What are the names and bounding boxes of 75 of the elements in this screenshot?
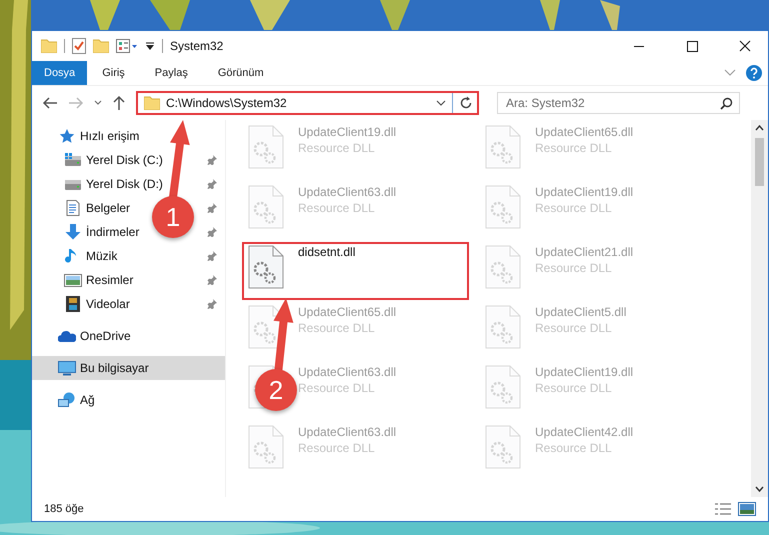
file-type: Resource DLL	[298, 381, 376, 395]
file-name[interactable]: didsetnt.dll	[298, 245, 356, 259]
file-type: Resource DLL	[535, 381, 613, 395]
download-icon	[64, 224, 82, 240]
file-type: Resource DLL	[535, 441, 613, 455]
monitor-icon	[58, 360, 76, 376]
ribbon-tab[interactable]: Paylaş	[140, 61, 203, 85]
cloud-icon	[58, 328, 76, 344]
dropdown-icon[interactable]	[145, 41, 155, 51]
ribbon-tab[interactable]: Görünüm	[202, 61, 279, 85]
pin-icon[interactable]	[207, 275, 217, 285]
file-type: Resource DLL	[298, 141, 376, 155]
gear-file-icon	[248, 425, 284, 469]
folder-icon	[144, 96, 160, 110]
window-title: System32	[170, 39, 224, 53]
refresh-icon[interactable]	[459, 96, 473, 110]
item-count: 185 öğe	[44, 503, 84, 515]
search-input[interactable]: Ara: System32	[504, 95, 720, 111]
checklist-icon[interactable]	[72, 38, 86, 54]
gear-file-icon	[485, 365, 521, 409]
sidebar-item[interactable]: Belgeler	[64, 200, 130, 216]
star-icon	[58, 128, 76, 144]
sidebar-item[interactable]: Resimler	[64, 272, 134, 288]
back-icon[interactable]	[42, 96, 58, 110]
sidebar-item[interactable]: OneDrive	[58, 328, 131, 344]
sidebar-item[interactable]: Ağ	[58, 392, 95, 408]
sidebar-item[interactable]: Müzik	[64, 248, 118, 264]
file-type: Resource DLL	[298, 441, 376, 455]
search-icon[interactable]	[720, 96, 733, 110]
details-view-icon[interactable]	[714, 502, 732, 516]
thumbnails-view-icon[interactable]	[738, 502, 756, 516]
sidebar-item[interactable]: Yerel Disk (C:)	[64, 152, 163, 168]
sidebar-item[interactable]: Yerel Disk (D:)	[64, 176, 163, 192]
gear-file-icon	[248, 125, 284, 169]
ribbon-tab[interactable]: Dosya	[32, 61, 88, 85]
search-field[interactable]: Ara: System32	[497, 92, 740, 114]
sidebar-item[interactable]: İndirmeler	[64, 224, 140, 240]
sidebar-item[interactable]: Videolar	[64, 296, 130, 312]
network-icon	[58, 392, 76, 408]
file-type: Resource DLL	[298, 201, 376, 215]
gear-file-icon	[248, 185, 284, 229]
caret-icon[interactable]	[436, 100, 446, 106]
address-bar[interactable]: C:\Windows\System32	[136, 91, 479, 115]
gear-file-icon	[485, 425, 521, 469]
scroll-thumb[interactable]	[755, 138, 764, 186]
sidebar-item[interactable]: Hızlı erişim	[58, 128, 140, 144]
properties-icon[interactable]	[116, 39, 138, 53]
help-icon[interactable]	[746, 65, 762, 81]
pin-icon[interactable]	[207, 155, 217, 165]
caret-icon[interactable]	[94, 100, 102, 106]
sidebar-item[interactable]: Bu bilgisayar	[58, 360, 149, 376]
film-icon	[64, 296, 82, 312]
file-type: Resource DLL	[535, 261, 613, 275]
pin-icon[interactable]	[207, 227, 217, 237]
gear-file-icon	[248, 245, 284, 289]
drive-icon	[64, 152, 82, 168]
ribbon-tab[interactable]: Giriş	[87, 61, 140, 85]
gear-file-icon	[485, 245, 521, 289]
file-type: Resource DLL	[535, 141, 613, 155]
pin-icon[interactable]	[207, 251, 217, 261]
gear-file-icon	[485, 305, 521, 349]
selected-row[interactable]: Bu bilgisayar	[32, 356, 225, 380]
file-type: Resource DLL	[298, 321, 376, 335]
file-type: Resource DLL	[535, 321, 613, 335]
image-icon	[64, 272, 82, 288]
up-arrow-icon[interactable]	[112, 95, 126, 111]
scrollbar[interactable]	[751, 120, 768, 497]
gear-file-icon	[485, 125, 521, 169]
gear-file-icon	[485, 185, 521, 229]
pin-icon[interactable]	[207, 203, 217, 213]
pin-icon[interactable]	[207, 179, 217, 189]
document-icon	[64, 200, 82, 216]
chevron-icon[interactable]	[724, 69, 736, 77]
pin-icon[interactable]	[207, 299, 217, 309]
file-type: Resource DLL	[535, 201, 613, 215]
